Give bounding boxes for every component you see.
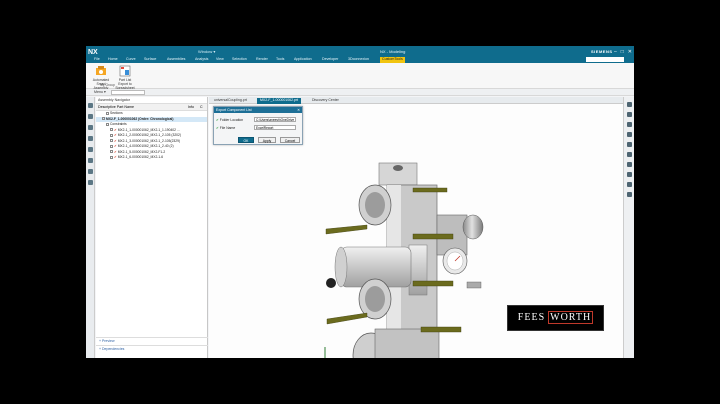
tree-row-label: MX2-1_1-000001062_MX2-1_1-190402 ... [117, 127, 180, 132]
assembly-model[interactable] [325, 162, 484, 358]
top-border-bar: Menu ▾ [86, 89, 634, 96]
tab-render[interactable]: Render [256, 57, 268, 61]
apply-button[interactable]: Apply [258, 137, 276, 143]
layers-icon[interactable] [626, 182, 632, 187]
fit-icon[interactable] [626, 122, 632, 127]
window-menu[interactable]: Window ▾ [198, 49, 215, 54]
tree-row-label: MX2-1_2-000001062_MX2-1_2-105 (3202) [117, 133, 181, 137]
assembly-icon [95, 65, 107, 77]
tree-row-label: MX2-1_3-000001062_MX2-1_2-105(2329) [117, 138, 181, 143]
dialog-close-icon[interactable]: ✕ [297, 108, 300, 112]
system-materials-icon[interactable] [87, 158, 93, 163]
constraint-navigator-icon[interactable] [87, 114, 93, 119]
dialog-title-bar: Export Component List ✕ [214, 107, 302, 113]
part-list-export-button[interactable]: Part List Export to Spreadsheet [114, 65, 136, 90]
tab-selection[interactable]: Selection [232, 57, 247, 61]
snapshot-icon[interactable] [626, 192, 632, 197]
command-search-input[interactable] [586, 57, 624, 62]
selection-filter-dropdown[interactable] [111, 90, 145, 95]
ok-button[interactable]: OK [238, 137, 254, 143]
assembly-navigator: Assembly Navigator Descriptive Part Name… [96, 97, 208, 358]
checkbox-icon[interactable] [110, 139, 113, 143]
tab-curve[interactable]: Curve [126, 57, 136, 61]
column-descriptive-part-name[interactable]: Descriptive Part Name [98, 105, 134, 109]
shading-icon[interactable] [626, 162, 632, 167]
tree-row-label: Constraints [110, 122, 127, 126]
navigator-header: Descriptive Part Name Info C [96, 104, 207, 111]
watermark-word-2: WORTH [548, 311, 594, 324]
checkbox-icon[interactable] [102, 117, 105, 121]
app-title: NX - Modeling [380, 49, 406, 54]
column-c[interactable]: C [200, 105, 203, 109]
tab-view[interactable]: View [216, 57, 224, 61]
watermark-logo: FEES WORTH [507, 305, 604, 331]
ribbon: Automated Smart Assembly Part List Expor… [86, 63, 634, 90]
rotate-icon[interactable] [626, 142, 632, 147]
pan-icon[interactable] [626, 152, 632, 157]
checkbox-icon[interactable] [110, 133, 113, 137]
ribbon-tab-bar: File Home Curve Surface Assemblies Analy… [86, 56, 634, 63]
file-name-input[interactable]: ExcelReport [254, 125, 296, 130]
checkbox-icon[interactable] [110, 128, 113, 132]
tree-row-label: Sections [110, 111, 123, 115]
right-resource-bar [623, 97, 634, 358]
tree-row-label: MX2-F_1-000001062 (Order: Chronological) [106, 116, 174, 121]
tree-row-label: MX2-1_4-000001062_MX2-1_2-40 (2) [117, 144, 174, 148]
tab-assemblies[interactable]: Assemblies [167, 57, 185, 61]
checkbox-icon[interactable] [106, 111, 109, 115]
dialog-title: Export Component List [216, 108, 252, 112]
tab-3dconnexion[interactable]: 3Dconnexion [348, 57, 369, 61]
navigator-tree: Sections MX2-F_1-000001062 (Order: Chrono… [96, 111, 207, 161]
assembly-navigator-icon[interactable] [87, 103, 93, 108]
checkbox-icon[interactable] [110, 150, 113, 154]
ribbon-group-label: My Group [100, 83, 115, 87]
part-navigator-icon[interactable] [87, 125, 93, 130]
tab-analysis[interactable]: Analysis [195, 57, 208, 61]
folder-location-label: ✔ Folder Location [216, 118, 244, 122]
tab-surface[interactable]: Surface [144, 57, 156, 61]
check-icon: ✔ [216, 126, 219, 130]
spreadsheet-icon [119, 65, 131, 77]
maximize-icon[interactable]: □ [621, 49, 624, 55]
tab-file[interactable]: File [94, 57, 100, 61]
section-icon[interactable] [626, 172, 632, 177]
resource-bar [86, 97, 95, 358]
cancel-button[interactable]: Cancel [280, 137, 300, 143]
role-icon[interactable] [626, 102, 632, 107]
watermark-word-1: FEES [517, 312, 546, 323]
zoom-icon[interactable] [626, 132, 632, 137]
roles-icon[interactable] [87, 180, 93, 185]
dependencies-label: Dependencies [102, 347, 125, 351]
history-icon[interactable] [87, 147, 93, 152]
column-info[interactable]: Info [188, 105, 194, 109]
tab-tools[interactable]: Tools [276, 57, 284, 61]
menu-button[interactable]: Menu ▾ [94, 90, 106, 94]
reuse-library-icon[interactable] [87, 136, 93, 141]
file-name-label: ✔ File Name [216, 126, 236, 130]
tab-application[interactable]: Application [294, 57, 312, 61]
tree-row-label: MX2-1_5-000001062_MX2-F1-2 [117, 149, 166, 154]
tree-row-label: MX2-1_6-000001062_MX2-1-6 [117, 155, 164, 159]
view-icon[interactable] [626, 112, 632, 117]
dependencies-section[interactable]: + Dependencies [96, 345, 208, 352]
checkbox-icon[interactable] [106, 122, 109, 126]
tree-row[interactable]: ✔ MX2-1_6-000001062_MX2-1-6 [96, 155, 207, 161]
coordinate-triad [324, 347, 326, 358]
window-controls: – □ ✕ [610, 49, 632, 55]
minimize-icon[interactable]: – [614, 49, 617, 55]
check-icon: ✔ [216, 118, 219, 122]
export-component-list-dialog: Export Component List ✕ ✔ Folder Locatio… [213, 106, 303, 145]
preview-section[interactable]: + Preview [96, 337, 208, 344]
folder-location-input[interactable]: C:\Users\aneesh\OneDrive [254, 117, 296, 122]
tab-home[interactable]: Home [108, 57, 118, 61]
preview-label: Preview [102, 339, 115, 343]
navigator-title: Assembly Navigator [96, 97, 207, 104]
close-icon[interactable]: ✕ [628, 49, 632, 55]
nx-logo[interactable]: NX [88, 49, 98, 56]
process-studio-icon[interactable] [87, 169, 93, 174]
checkbox-icon[interactable] [110, 144, 113, 148]
tab-developer[interactable]: Developer [322, 57, 338, 61]
checkbox-icon[interactable] [110, 155, 113, 159]
